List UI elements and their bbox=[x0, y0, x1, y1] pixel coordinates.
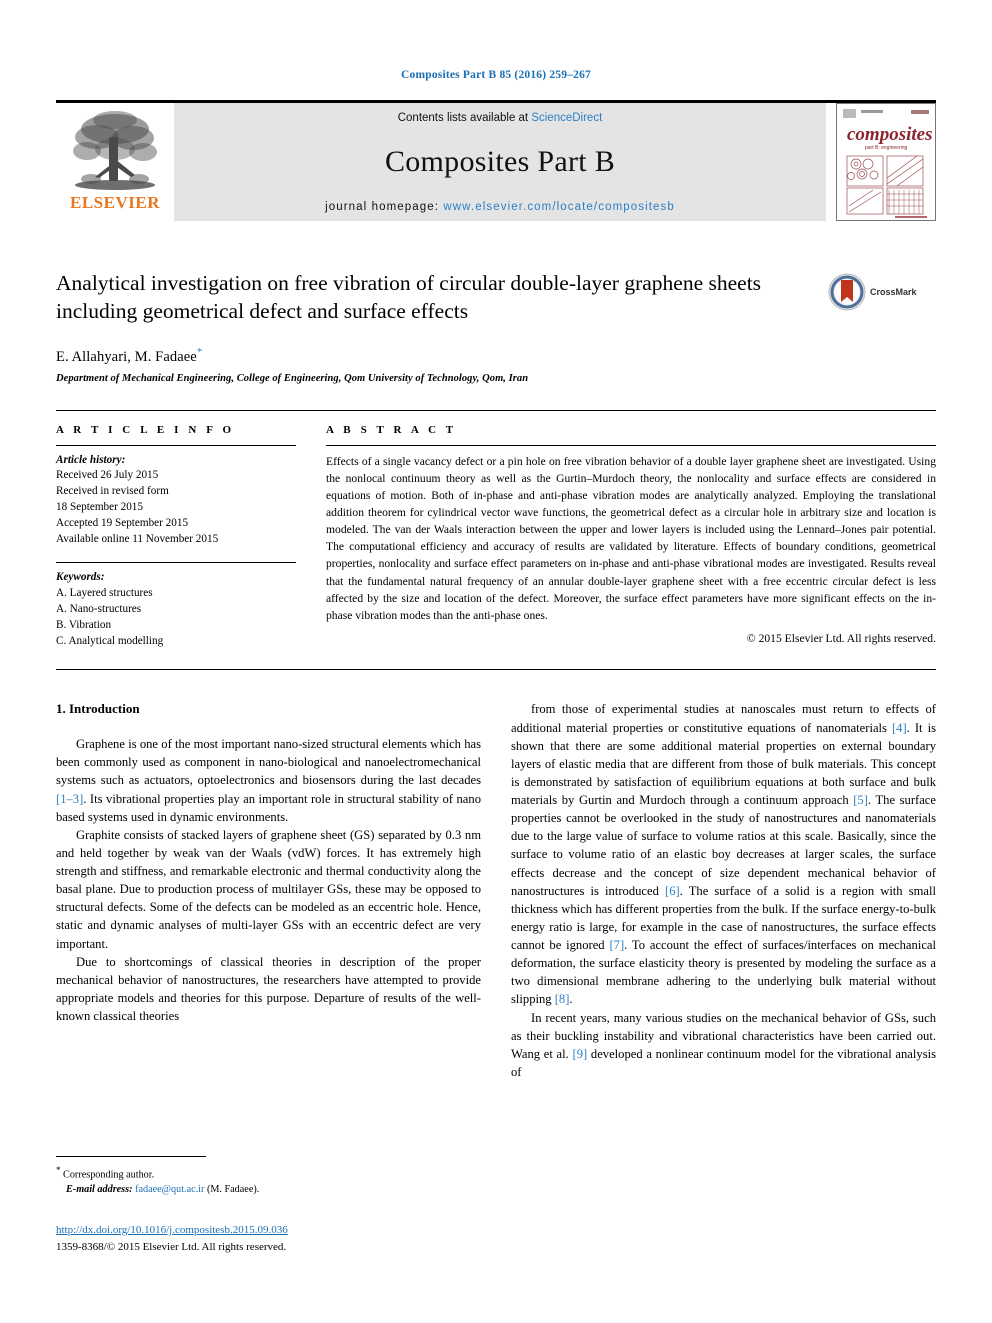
contents-prefix: Contents lists available at bbox=[397, 111, 532, 124]
email-label: E-mail address: bbox=[66, 1184, 133, 1196]
citation-ref[interactable]: [8] bbox=[555, 992, 570, 1006]
abstract-copyright: © 2015 Elsevier Ltd. All rights reserved… bbox=[746, 632, 936, 646]
issn-copyright-line: 1359-8368/© 2015 Elsevier Ltd. All right… bbox=[56, 1240, 287, 1253]
journal-cover-thumbnail: composites part B: engineering bbox=[836, 102, 936, 221]
history-item: Accepted 19 September 2015 bbox=[56, 517, 189, 530]
footnote-star: * bbox=[56, 1165, 61, 1175]
elsevier-tree-icon bbox=[73, 110, 157, 190]
citation-ref[interactable]: [9] bbox=[573, 1047, 588, 1061]
paragraph-text: . bbox=[569, 992, 573, 1007]
history-item: Received in revised form bbox=[56, 485, 169, 498]
homepage-prefix: journal homepage: bbox=[325, 200, 444, 213]
running-head: Composites Part B 85 (2016) 259–267 bbox=[400, 69, 592, 81]
doi-block: http://dx.doi.org/10.1016/j.compositesb.… bbox=[56, 1222, 288, 1255]
homepage-url-link[interactable]: www.elsevier.com/locate/compositesb bbox=[443, 201, 675, 213]
history-item: Received 26 July 2015 bbox=[56, 469, 159, 482]
elsevier-wordmark: ELSEVIER bbox=[70, 192, 160, 212]
paragraph-text: . The surface properties cannot be overl… bbox=[511, 793, 936, 898]
citation-ref[interactable]: [7] bbox=[609, 938, 624, 952]
footnote-rule bbox=[56, 1156, 206, 1157]
corresponding-author-note: * Corresponding author. bbox=[56, 1164, 486, 1183]
paragraph: Due to shortcomings of classical theorie… bbox=[56, 954, 481, 1024]
title-left: Analytical investigation on free vibrati… bbox=[56, 269, 828, 384]
paper-page: Composites Part B 85 (2016) 259–267 ELSE… bbox=[0, 0, 992, 1323]
article-info-heading: A R T I C L E I N F O bbox=[56, 423, 235, 436]
keyword-item: C. Analytical modelling bbox=[56, 634, 164, 647]
section-number: 1. bbox=[56, 701, 66, 717]
page-title: Analytical investigation on free vibrati… bbox=[56, 270, 762, 324]
citation-ref[interactable]: [1–3] bbox=[56, 792, 83, 806]
keyword-item: B. Vibration bbox=[56, 618, 112, 631]
elsevier-logo: ELSEVIER bbox=[56, 103, 174, 221]
citation-ref[interactable]: [5] bbox=[853, 793, 868, 807]
paragraph: Graphite consists of stacked layers of g… bbox=[56, 827, 481, 951]
article-history-label: Article history: bbox=[56, 453, 126, 466]
sciencedirect-link[interactable]: ScienceDirect bbox=[531, 112, 602, 124]
keyword-item: A. Nano-structures bbox=[56, 602, 142, 615]
body-column-right: from those of experimental studies at na… bbox=[511, 700, 936, 1100]
body-column-left: 1. Introduction Graphene is one of the m… bbox=[56, 700, 481, 1100]
paragraph-text: Graphene is one of the most important na… bbox=[56, 737, 481, 788]
email-link[interactable]: fadaee@qut.ac.ir bbox=[135, 1184, 204, 1195]
article-info-column: A R T I C L E I N F O Article history: R… bbox=[56, 424, 326, 650]
email-owner: (M. Fadaee). bbox=[206, 1184, 260, 1196]
journal-masthead: ELSEVIER Contents lists available at Sci… bbox=[56, 99, 936, 221]
crossmark-label: CrossMark bbox=[870, 286, 917, 297]
keyword-item: A. Layered structures bbox=[56, 586, 153, 599]
svg-text:composites: composites bbox=[847, 124, 933, 145]
keywords-group: Keywords: A. Layered structures A. Nano-… bbox=[56, 561, 296, 650]
citation-ref[interactable]: [4] bbox=[892, 721, 907, 735]
keywords-label: Keywords: bbox=[56, 570, 105, 583]
history-item: 18 September 2015 bbox=[56, 501, 143, 514]
body-separator bbox=[56, 669, 936, 671]
journal-title: Composites Part B bbox=[384, 145, 616, 178]
contents-list-line: Contents lists available at ScienceDirec… bbox=[398, 112, 603, 124]
article-history-group: Article history: Received 26 July 2015 R… bbox=[56, 446, 296, 548]
section-heading-introduction: 1. Introduction bbox=[56, 700, 481, 719]
abstract-heading: A B S T R A C T bbox=[326, 423, 457, 436]
journal-band: Contents lists available at ScienceDirec… bbox=[174, 102, 826, 221]
crossmark-icon bbox=[828, 273, 866, 310]
journal-homepage-line: journal homepage: www.elsevier.com/locat… bbox=[325, 201, 675, 213]
crossmark-badge[interactable]: CrossMark bbox=[828, 269, 936, 311]
cover-artwork: composites part B: engineering bbox=[837, 103, 935, 220]
footnote-block: * Corresponding author. E-mail address: … bbox=[56, 1156, 486, 1198]
body-columns: 1. Introduction Graphene is one of the m… bbox=[56, 700, 936, 1100]
email-note: E-mail address: fadaee@qut.ac.ir (M. Fad… bbox=[56, 1183, 486, 1198]
abstract-column: A B S T R A C T Effects of a single vaca… bbox=[326, 424, 936, 650]
paragraph-text: . Its vibrational properties play an imp… bbox=[56, 791, 481, 824]
section-title: Introduction bbox=[69, 701, 140, 717]
history-item: Available online 11 November 2015 bbox=[56, 533, 219, 546]
affiliation: Department of Mechanical Engineering, Co… bbox=[56, 372, 529, 384]
paragraph: from those of experimental studies at na… bbox=[511, 700, 936, 1008]
svg-text:part B: engineering: part B: engineering bbox=[865, 145, 907, 151]
title-block: Analytical investigation on free vibrati… bbox=[56, 269, 936, 384]
info-abstract-region: A R T I C L E I N F O Article history: R… bbox=[56, 409, 936, 650]
paragraph: In recent years, many various studies on… bbox=[511, 1009, 936, 1082]
paragraph: Graphene is one of the most important na… bbox=[56, 735, 481, 826]
author-list: E. Allahyari, M. Fadaee* bbox=[56, 346, 814, 366]
corresponding-author-marker: * bbox=[196, 345, 203, 358]
corresponding-author-text: Corresponding author. bbox=[63, 1169, 155, 1181]
doi-link[interactable]: http://dx.doi.org/10.1016/j.compositesb.… bbox=[56, 1222, 288, 1239]
paragraph-text: from those of experimental studies at na… bbox=[511, 702, 936, 735]
citation-ref[interactable]: [6] bbox=[665, 884, 680, 898]
author-names: E. Allahyari, M. Fadaee bbox=[56, 348, 197, 365]
abstract-text: Effects of a single vacancy defect or a … bbox=[326, 454, 936, 622]
